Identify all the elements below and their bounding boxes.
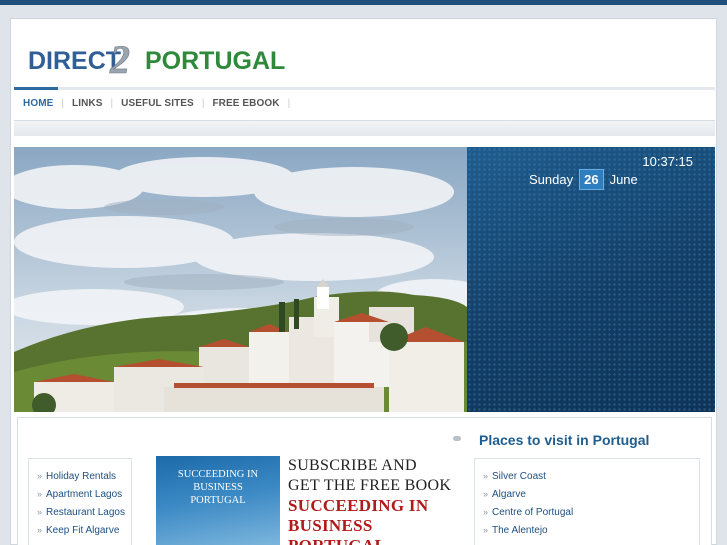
chevron-right-icon: » xyxy=(37,489,43,499)
site-logo[interactable]: DIRECT 2 PORTUGAL xyxy=(28,35,288,79)
content-area: Places to visit in Portugal » Holiday Ren… xyxy=(17,417,712,545)
list-item[interactable]: » The Alentejo xyxy=(483,521,699,539)
chevron-right-icon: » xyxy=(483,525,489,535)
chevron-right-icon: » xyxy=(37,507,43,517)
nav-item-useful-sites[interactable]: USEFUL SITES xyxy=(121,98,194,109)
logo-text-portugal: PORTUGAL xyxy=(145,47,285,75)
nav-menu: HOME | LINKS | USEFUL SITES | FREE EBOOK… xyxy=(23,98,298,109)
list-item[interactable]: » Silver Coast xyxy=(483,467,699,485)
list-item[interactable]: » Algarve xyxy=(483,485,699,503)
sidebar-link-keep-fit-algarve[interactable]: Keep Fit Algarve xyxy=(46,525,119,536)
page-container: DIRECT 2 PORTUGAL HOME | LINKS | USEFUL … xyxy=(10,18,717,545)
banner: 10:37:15 Sunday 26 June xyxy=(14,147,715,412)
sub-navbar xyxy=(14,120,715,136)
promo-line-free-book: GET THE FREE BOOK xyxy=(288,477,452,494)
promo-line-book-title-1: SUCCEEDING IN xyxy=(288,496,429,515)
place-link-silver-coast[interactable]: Silver Coast xyxy=(492,471,546,482)
promo-line-subscribe: SUBSCRIBE AND xyxy=(288,457,417,474)
place-link-algarve[interactable]: Algarve xyxy=(492,489,526,500)
place-link-the-alentejo[interactable]: The Alentejo xyxy=(492,525,548,536)
ebook-promo[interactable]: SUCCEEDING IN BUSINESS PORTUGAL SUBSCRIB… xyxy=(156,456,470,545)
nav-separator: | xyxy=(201,98,205,109)
nav-active-indicator xyxy=(14,87,58,90)
places-list-box: » Silver Coast » Algarve » Centre of Portug… xyxy=(474,458,700,545)
nav-item-links[interactable]: LINKS xyxy=(72,98,103,109)
chevron-right-icon: » xyxy=(483,471,489,481)
place-link-centre-of-portugal[interactable]: Centre of Portugal xyxy=(492,507,573,518)
list-item[interactable]: » Apartment Lagos xyxy=(37,485,131,503)
logo-text-2: 2 xyxy=(109,37,130,79)
ebook-cover-line: SUCCEEDING IN xyxy=(177,469,259,480)
hero-photo-illustration xyxy=(14,147,467,412)
clock-time: 10:37:15 xyxy=(642,154,693,169)
top-bar xyxy=(0,0,727,5)
list-item[interactable]: » Centre of Portugal xyxy=(483,503,699,521)
hero-photo-portugal-village xyxy=(14,147,467,412)
nav-item-free-ebook[interactable]: FREE EBOOK xyxy=(212,98,279,109)
ebook-cover-line: BUSINESS xyxy=(193,482,243,493)
clock-date: Sunday 26 June xyxy=(529,169,638,190)
nav-separator: | xyxy=(61,98,65,109)
sidebar-link-restaurant-lagos[interactable]: Restaurant Lagos xyxy=(46,507,125,518)
clock-weekday: Sunday xyxy=(529,172,574,187)
clock-month: June xyxy=(609,172,638,187)
clock-day-badge: 26 xyxy=(579,169,604,190)
logo-text-direct: DIRECT xyxy=(28,47,121,75)
list-item[interactable]: » Holiday Rentals xyxy=(37,467,131,485)
nav-separator: | xyxy=(110,98,114,109)
scroll-indicator[interactable] xyxy=(453,436,461,441)
chevron-right-icon: » xyxy=(37,471,43,481)
sidebar-link-holiday-rentals[interactable]: Holiday Rentals xyxy=(46,471,116,482)
nav-item-home[interactable]: HOME xyxy=(23,98,53,109)
ebook-cover-line: PORTUGAL xyxy=(190,495,246,506)
list-item[interactable]: » Keep Fit Algarve xyxy=(37,521,131,539)
sidebar-links-box: » Holiday Rentals » Apartment Lagos » Resta… xyxy=(28,458,132,545)
logo-graphic: DIRECT 2 PORTUGAL xyxy=(28,37,285,79)
chevron-right-icon: » xyxy=(483,489,489,499)
nav-separator: | xyxy=(287,98,291,109)
promo-text[interactable]: SUBSCRIBE AND GET THE FREE BOOK SUCCEEDI… xyxy=(288,456,470,545)
clock-widget: 10:37:15 Sunday 26 June xyxy=(467,147,715,412)
sidebar-link-apartment-lagos[interactable]: Apartment Lagos xyxy=(46,489,122,500)
main-navbar: HOME | LINKS | USEFUL SITES | FREE EBOOK… xyxy=(14,87,715,118)
chevron-right-icon: » xyxy=(37,525,43,535)
list-item[interactable]: » Restaurant Lagos xyxy=(37,503,131,521)
chevron-right-icon: » xyxy=(483,507,489,517)
promo-line-book-title-2: BUSINESS PORTUGAL xyxy=(288,516,386,545)
logo-portugal-letters: PORTUGAL xyxy=(145,47,285,75)
ebook-cover[interactable]: SUCCEEDING IN BUSINESS PORTUGAL xyxy=(156,456,280,545)
places-title: Places to visit in Portugal xyxy=(479,432,650,448)
